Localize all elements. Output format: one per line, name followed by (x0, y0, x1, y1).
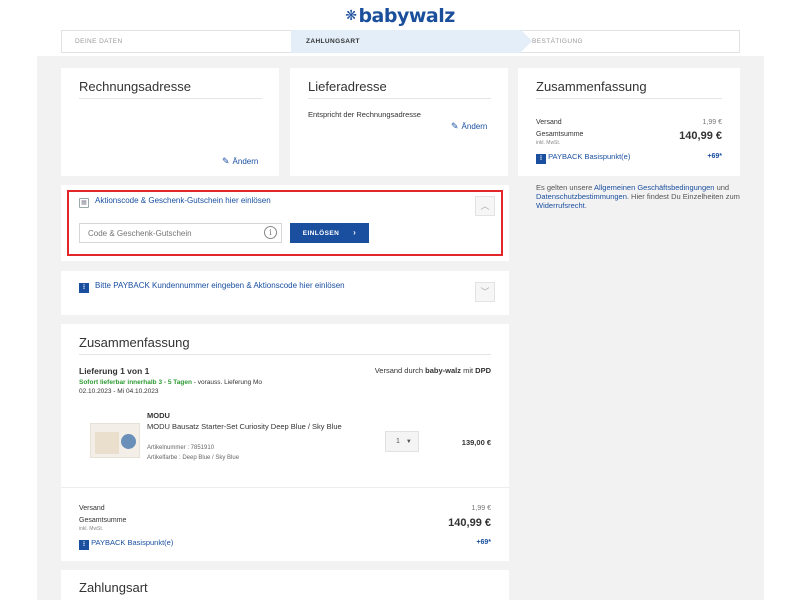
order-total-value: 140,99 € (448, 517, 491, 529)
terms-withdrawal-link[interactable]: Widerrufsrecht (536, 201, 585, 210)
logo-symbol-icon: ❋ (345, 8, 357, 24)
brand-logo[interactable]: ❋ babywalz (0, 5, 800, 27)
terms-privacy-link[interactable]: Datenschutzbestimmungen (536, 192, 627, 201)
availability-row: Sofort lieferbar innerhalb 3 - 5 Tagen -… (79, 379, 262, 386)
summary-payback-row[interactable]: ⁝ PAYBACK Basispunkt(e) (536, 152, 630, 164)
divider (308, 98, 491, 99)
quantity-select[interactable]: 1 ▼ (385, 431, 419, 452)
summary-payback-label: PAYBACK Basispunkt(e) (548, 152, 631, 161)
summary-vat-note: inkl. MwSt. (536, 140, 561, 146)
logo-text: babywalz (358, 5, 455, 27)
delivery-title: Lieferung 1 von 1 (79, 366, 150, 376)
delivery-dates: 02.10.2023 - Mi 04.10.2023 (79, 388, 159, 395)
payment-method-title: Zahlungsart (79, 580, 148, 595)
checkout-steps: DEINE DATEN ZAHLUNGSART BESTÄTIGUNG (61, 30, 740, 53)
item-price: 139,00 € (461, 438, 491, 447)
summary-shipping-label: Versand (536, 119, 562, 126)
summary-side-card: Zusammenfassung Versand 1,99 € Gesamtsum… (518, 68, 740, 176)
order-total-label: Gesamtsumme (79, 517, 127, 524)
chevron-down-icon[interactable]: ﹀ (475, 282, 495, 302)
product-box-shape (95, 432, 119, 454)
shipping-address-text: Entspricht der Rechnungsadresse (308, 110, 421, 119)
divider (79, 354, 491, 355)
shipping-edit-label: Ändern (461, 122, 488, 131)
shipping-by-company: baby-walz (425, 366, 461, 375)
availability-text: Sofort lieferbar innerhalb 3 - 5 Tagen (79, 379, 192, 386)
shipping-edit-link[interactable]: ✎ Ändern (451, 121, 487, 132)
order-shipping-value: 1,99 € (471, 505, 491, 512)
step-your-data[interactable]: DEINE DATEN (75, 31, 123, 52)
payback-card: ⁝ Bitte PAYBACK Kundennummer eingeben & A… (61, 271, 509, 315)
order-payback-row[interactable]: ⁝ PAYBACK Basispunkt(e) (79, 538, 173, 550)
payment-method-card: Zahlungsart (61, 570, 509, 600)
summary-side-title: Zusammenfassung (536, 79, 647, 94)
shipping-by-carrier: DPD (475, 366, 491, 375)
chevron-down-icon: ▼ (405, 439, 412, 445)
billing-address-title: Rechnungsadresse (79, 79, 192, 94)
shipping-by-pre: Versand durch (374, 366, 426, 375)
order-summary-title: Zusammenfassung (79, 335, 190, 350)
item-name[interactable]: MODU Bausatz Starter-Set Curiosity Deep … (147, 421, 347, 432)
summary-total-value: 140,99 € (679, 130, 722, 142)
terms-mid2: . Hier findest Du Einzelheiten zum (626, 192, 740, 201)
quantity-value: 1 (396, 438, 400, 445)
highlight-frame (67, 190, 503, 256)
step-confirmation: BESTÄTIGUNG (532, 38, 583, 45)
order-shipping-label: Versand (79, 505, 105, 512)
billing-edit-label: Ändern (232, 157, 259, 166)
summary-payback-value: +69* (707, 153, 722, 160)
item-color: Artikelfarbe : Deep Blue / Sky Blue (147, 455, 240, 461)
payback-toggle[interactable]: ⁝ Bitte PAYBACK Kundennummer eingeben & A… (79, 281, 345, 293)
divider (61, 487, 509, 488)
terms-text: Es gelten unsere Allgemeinen Geschäftsbe… (536, 183, 742, 210)
billing-edit-link[interactable]: ✎ Ändern (222, 156, 258, 167)
divider (79, 98, 262, 99)
summary-shipping-value: 1,99 € (702, 119, 722, 126)
item-brand: MODU (147, 411, 170, 420)
billing-address-card: Rechnungsadresse ✎ Ändern (61, 68, 279, 176)
terms-pre: Es gelten unsere (536, 183, 594, 192)
delivery-estimate: - vorauss. Lieferung Mo (191, 379, 263, 386)
summary-total-label: Gesamtsumme (536, 131, 584, 138)
terms-end: . (584, 201, 587, 210)
item-article-number: Artikelnummer : 7851910 (147, 445, 215, 451)
shipping-address-title: Lieferadresse (308, 79, 387, 94)
terms-mid: und (714, 183, 730, 192)
terms-agb-link[interactable]: Allgemeinen Geschäftsbedingungen (594, 183, 715, 192)
step-payment-method: ZAHLUNGSART (306, 38, 360, 45)
shipping-provider: Versand durch baby-walz mit DPD (375, 366, 491, 375)
payback-link-text: Bitte PAYBACK Kundennummer eingeben & Ak… (95, 281, 345, 290)
payback-icon: ⁝ (79, 283, 89, 293)
payback-icon: ⁝ (536, 154, 546, 164)
order-vat-note: inkl. MwSt. (79, 526, 104, 532)
payback-icon: ⁝ (79, 540, 89, 550)
pencil-icon: ✎ (222, 156, 230, 166)
product-ball-shape (121, 434, 136, 449)
shipping-address-card: Lieferadresse Entspricht der Rechnungsad… (290, 68, 508, 176)
order-payback-label: PAYBACK Basispunkt(e) (91, 538, 174, 547)
divider (536, 98, 722, 99)
product-image[interactable] (90, 423, 140, 458)
order-payback-value: +69* (476, 539, 491, 546)
pencil-icon: ✎ (451, 121, 459, 131)
shipping-by-mid: mit (460, 366, 476, 375)
